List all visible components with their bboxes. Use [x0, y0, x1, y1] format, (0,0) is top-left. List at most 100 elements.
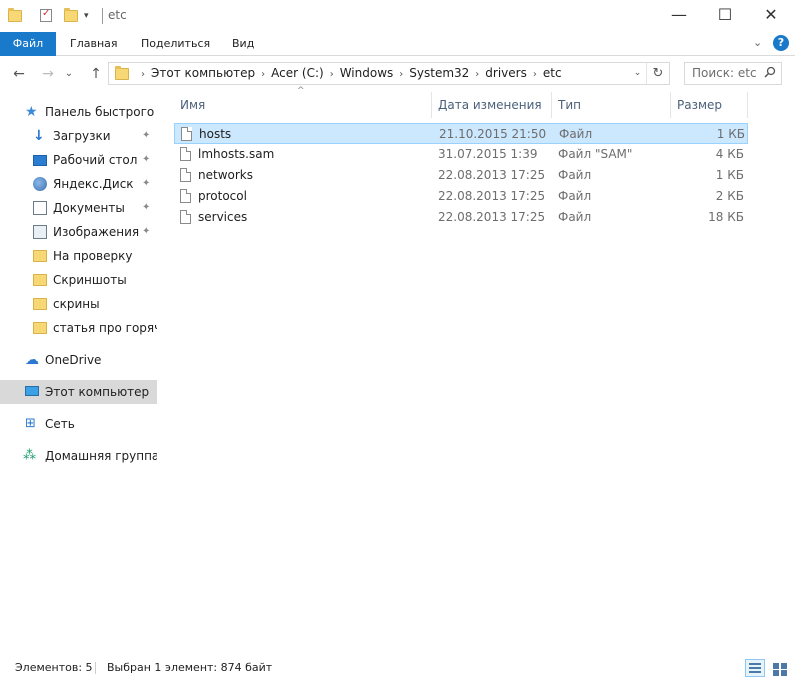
breadcrumb-separator[interactable]: ›: [255, 69, 271, 80]
sidebar-item-label: статья про горячие: [53, 321, 157, 335]
yandex-disk-icon: [33, 177, 47, 191]
sidebar-item-skriny[interactable]: скрины: [0, 292, 157, 316]
file-icon: [180, 189, 191, 203]
breadcrumb-drivers[interactable]: drivers: [485, 66, 527, 80]
file-type: Файл: [558, 210, 592, 224]
folder-icon[interactable]: [8, 7, 26, 25]
sidebar-item-screenshots[interactable]: Скриншоты: [0, 268, 157, 292]
pin-icon[interactable]: ✦: [142, 148, 150, 172]
breadcrumb-drive-c[interactable]: Acer (C:): [271, 66, 324, 80]
search-input[interactable]: Поиск: etc: [684, 62, 782, 85]
sidebar-item-label: скрины: [53, 297, 100, 311]
column-header-type[interactable]: Тип: [552, 92, 671, 118]
expand-ribbon-icon[interactable]: ⌄: [753, 36, 762, 52]
sidebar-item-homegroup[interactable]: ⁂ Домашняя группа: [0, 444, 157, 468]
sidebar-item-documents[interactable]: Документы ✦: [0, 196, 157, 220]
sidebar-item-onedrive[interactable]: ☁ OneDrive: [0, 348, 157, 372]
address-dropdown-icon[interactable]: ⌄: [629, 63, 647, 84]
tab-home[interactable]: Главная: [58, 32, 130, 56]
list-line: [749, 671, 761, 673]
file-icon: [180, 168, 191, 182]
file-row-services[interactable]: services 22.08.2013 17:25 Файл 18 КБ: [174, 207, 748, 228]
column-header-size[interactable]: Размер: [671, 92, 748, 118]
item-count: Элементов: 5: [15, 661, 93, 674]
tab-view[interactable]: Вид: [220, 32, 266, 56]
refresh-icon[interactable]: ↻: [649, 63, 667, 84]
sidebar-item-this-pc[interactable]: Этот компьютер: [0, 380, 157, 404]
file-icon: [181, 127, 192, 141]
file-icon: [180, 210, 191, 224]
sidebar-item-pictures[interactable]: Изображения ✦: [0, 220, 157, 244]
breadcrumb-system32[interactable]: System32: [409, 66, 469, 80]
navigation-pane: ★ Панель быстрого доступа ↓ Загрузки ✦ Р…: [0, 96, 157, 656]
sidebar-item-statya[interactable]: статья про горячие: [0, 316, 157, 340]
pin-icon[interactable]: ✦: [142, 124, 150, 148]
maximize-button[interactable]: ☐: [702, 0, 748, 30]
breadcrumb-separator[interactable]: ›: [469, 69, 485, 80]
sidebar-item-label: Изображения: [53, 225, 140, 239]
search-icon[interactable]: [764, 66, 776, 78]
sidebar-item-label: Яндекс.Диск: [53, 177, 134, 191]
forward-button[interactable]: →: [38, 64, 58, 84]
file-size: 2 КБ: [715, 189, 744, 203]
column-header-date[interactable]: Дата изменения: [432, 92, 552, 118]
pictures-icon: [33, 225, 47, 239]
close-button[interactable]: ✕: [748, 0, 794, 30]
folder-icon: [33, 274, 47, 286]
sidebar-item-label: Документы: [53, 201, 125, 215]
large-icons-view-button[interactable]: [769, 659, 789, 677]
column-header-name[interactable]: Имя: [174, 92, 432, 118]
pin-icon[interactable]: ✦: [142, 172, 150, 196]
sidebar-item-na-proverku[interactable]: На проверку: [0, 244, 157, 268]
address-bar[interactable]: › Этот компьютер › Acer (C:) › Windows › System…: [108, 62, 670, 85]
list-line: [749, 667, 761, 669]
file-row-hosts[interactable]: hosts 21.10.2015 21:50 Файл 1 КБ: [174, 123, 748, 144]
help-icon[interactable]: ?: [773, 35, 789, 51]
computer-icon: [25, 386, 39, 396]
pin-icon[interactable]: ✦: [142, 220, 150, 244]
details-view-button[interactable]: [745, 659, 765, 677]
file-row-networks[interactable]: networks 22.08.2013 17:25 Файл 1 КБ: [174, 165, 748, 186]
up-button[interactable]: ↑: [86, 64, 106, 84]
file-row-lmhosts[interactable]: lmhosts.sam 31.07.2015 1:39 Файл "SAM" 4…: [174, 144, 748, 165]
folder-icon: [33, 322, 47, 334]
sidebar-item-label: OneDrive: [45, 353, 102, 367]
folder-icon: [115, 66, 129, 80]
minimize-button[interactable]: —: [656, 0, 702, 30]
recent-locations-button[interactable]: ⌄: [62, 64, 76, 84]
sidebar-item-quick-access[interactable]: ★ Панель быстрого доступа: [0, 100, 157, 124]
tab-file[interactable]: Файл: [0, 32, 56, 56]
breadcrumb-separator[interactable]: ›: [527, 69, 543, 80]
breadcrumb-separator[interactable]: ›: [393, 69, 409, 80]
file-size: 4 КБ: [715, 147, 744, 161]
sidebar-item-downloads[interactable]: ↓ Загрузки ✦: [0, 124, 157, 148]
sidebar-item-desktop[interactable]: Рабочий стол ✦: [0, 148, 157, 172]
file-size: 1 КБ: [715, 168, 744, 182]
customize-toolbar-icon[interactable]: ▾: [84, 7, 96, 25]
sidebar-item-network[interactable]: ⊞ Сеть: [0, 412, 157, 436]
title-bar: ✓ ▾ etc — ☐ ✕: [0, 0, 795, 32]
tab-share[interactable]: Поделиться: [129, 32, 222, 56]
search-placeholder: Поиск: etc: [692, 66, 757, 80]
breadcrumb-windows[interactable]: Windows: [340, 66, 394, 80]
file-date: 22.08.2013 17:25: [438, 210, 546, 224]
properties-icon[interactable]: ✓: [40, 7, 58, 25]
title-separator: [102, 8, 103, 24]
back-button[interactable]: ←: [9, 64, 29, 84]
sidebar-item-label: Скриншоты: [53, 273, 127, 287]
sidebar-item-yandex-disk[interactable]: Яндекс.Диск ✦: [0, 172, 157, 196]
file-name: services: [198, 210, 248, 224]
file-row-protocol[interactable]: protocol 22.08.2013 17:25 Файл 2 КБ: [174, 186, 748, 207]
star-icon: ★: [25, 104, 38, 120]
breadcrumb-this-pc[interactable]: Этот компьютер: [151, 66, 255, 80]
sidebar-item-label: Панель быстрого доступа: [45, 105, 157, 119]
new-folder-icon[interactable]: [64, 7, 82, 25]
file-date: 21.10.2015 21:50: [439, 127, 547, 141]
breadcrumb-etc[interactable]: etc: [543, 66, 562, 80]
status-bar: Элементов: 5 Выбран 1 элемент: 874 байт: [0, 656, 795, 680]
sidebar-item-label: На проверку: [53, 249, 133, 263]
breadcrumb-separator[interactable]: ›: [324, 69, 340, 80]
homegroup-icon: ⁂: [23, 448, 36, 463]
sidebar-item-label: Загрузки: [53, 129, 111, 143]
pin-icon[interactable]: ✦: [142, 196, 150, 220]
